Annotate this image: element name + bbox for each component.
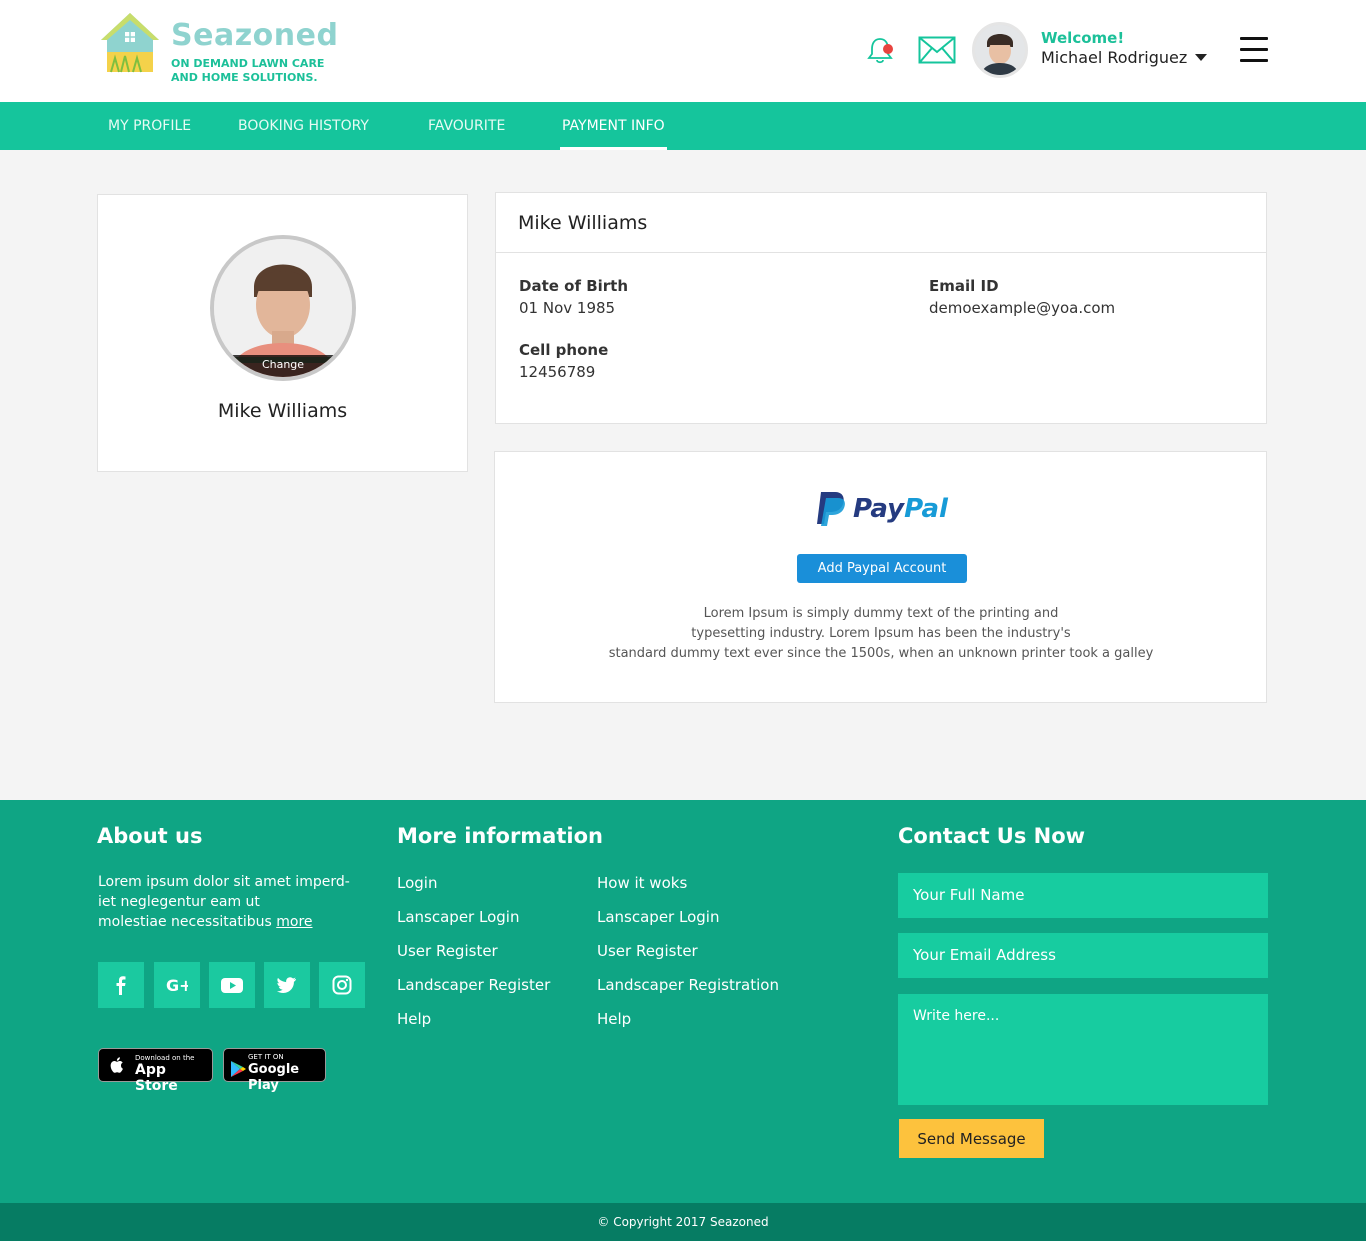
dob-label: Date of Birth (519, 277, 629, 295)
tagline-line-2: AND HOME SOLUTIONS. (171, 71, 318, 84)
payment-description: Lorem Ipsum is simply dummy text of the … (555, 604, 1207, 664)
change-photo-button[interactable]: Change (214, 355, 352, 377)
paypal-word-pay: Pay (853, 494, 905, 524)
apple-icon (110, 1057, 123, 1073)
profile-photo[interactable]: Change (210, 235, 356, 381)
profile-tabs: MY PROFILE BOOKING HISTORY FAVOURITE PAY… (0, 102, 1366, 150)
footer-link-help-2[interactable]: Help (597, 1010, 631, 1028)
email-value: demoexample@yoa.com (929, 299, 1116, 317)
footer: About us Lorem ipsum dolor sit amet impe… (0, 800, 1366, 1203)
paypal-word-pal: Pal (904, 494, 948, 524)
tab-favourite[interactable]: FAVOURITE (428, 102, 505, 150)
google-play-badge[interactable]: GET IT ON Google Play (223, 1048, 326, 1093)
user-avatar[interactable] (972, 22, 1028, 78)
paypal-logo: PayPal (815, 490, 955, 530)
bell-icon[interactable] (866, 35, 896, 65)
send-message-button[interactable]: Send Message (899, 1119, 1044, 1158)
details-header: Mike Williams (496, 193, 1266, 253)
payment-card: PayPal Add Paypal Account Lorem Ipsum is… (494, 451, 1267, 703)
details-title: Mike Williams (518, 212, 648, 234)
paypal-icon (817, 492, 845, 526)
footer-link-help[interactable]: Help (397, 1010, 431, 1028)
footer-link-login[interactable]: Login (397, 874, 437, 892)
message-textarea[interactable]: Write here... (898, 994, 1268, 1105)
mail-icon[interactable] (918, 36, 956, 64)
footer-link-how-it-works[interactable]: How it woks (597, 874, 687, 892)
payment-desc-line-2: typesetting industry. Lorem Ipsum has be… (691, 626, 1071, 641)
footer-link-landscaper-registration[interactable]: Landscaper Registration (597, 976, 779, 994)
tab-payment-info[interactable]: PAYMENT INFO (560, 102, 667, 150)
footer-link-lanscaper-login-2[interactable]: Lanscaper Login (597, 908, 719, 926)
full-name-input[interactable]: Your Full Name (898, 873, 1268, 918)
google-play-small-text: GET IT ON (248, 1053, 284, 1061)
instagram-button[interactable] (319, 962, 365, 1008)
google-plus-button[interactable]: G+ (154, 962, 200, 1008)
more-info-heading: More information (397, 824, 603, 848)
app-store-badge[interactable]: Download on the App Store (98, 1048, 213, 1094)
svg-text:G+: G+ (166, 976, 188, 995)
welcome-label: Welcome! (1041, 29, 1125, 47)
email-label: Email ID (929, 277, 999, 295)
instagram-icon (332, 975, 352, 995)
twitter-button[interactable] (264, 962, 310, 1008)
footer-link-user-register[interactable]: User Register (397, 942, 498, 960)
google-play-icon (231, 1061, 246, 1077)
phone-label: Cell phone (519, 341, 609, 359)
paypal-wordmark: PayPal (853, 494, 948, 524)
tab-my-profile[interactable]: MY PROFILE (108, 102, 191, 150)
copyright: © Copyright 2017 Seazoned (0, 1203, 1366, 1241)
about-text-line-2: iet neglegentur eam ut (98, 894, 260, 910)
avatar-illustration (975, 25, 1025, 75)
dob-value: 01 Nov 1985 (519, 299, 616, 317)
facebook-icon (116, 976, 126, 995)
menu-icon[interactable] (1240, 37, 1268, 63)
payment-desc-line-1: Lorem Ipsum is simply dummy text of the … (703, 606, 1059, 621)
details-card: Mike Williams Date of Birth 01 Nov 1985 … (495, 192, 1267, 424)
google-plus-icon: G+ (166, 976, 188, 995)
header: Seazoned ON DEMAND LAWN CARE AND HOME SO… (0, 0, 1366, 102)
tagline-line-1: ON DEMAND LAWN CARE (171, 57, 325, 70)
contact-heading: Contact Us Now (898, 824, 1086, 848)
app-store-big-text: App Store (135, 1062, 178, 1094)
about-text: Lorem ipsum dolor sit amet imperd- iet n… (98, 872, 373, 932)
user-name-dropdown[interactable]: Michael Rodriguez (1041, 48, 1187, 68)
profile-name: Mike Williams (217, 400, 348, 422)
brand-logo[interactable]: Seazoned ON DEMAND LAWN CARE AND HOME SO… (97, 10, 339, 84)
twitter-icon (277, 977, 296, 993)
youtube-button[interactable] (209, 962, 255, 1008)
tab-booking-history[interactable]: BOOKING HISTORY (238, 102, 369, 150)
phone-value: 12456789 (519, 363, 596, 381)
about-more-link[interactable]: more (276, 914, 312, 930)
payment-desc-line-3: standard dummy text ever since the 1500s… (608, 646, 1154, 661)
about-text-line-3: molestiae necessitatibus (98, 914, 277, 930)
footer-link-lanscaper-login[interactable]: Lanscaper Login (397, 908, 519, 926)
about-text-line-1: Lorem ipsum dolor sit amet imperd- (98, 874, 350, 890)
footer-link-landscaper-register[interactable]: Landscaper Register (397, 976, 550, 994)
profile-card: Change Mike Williams (97, 194, 468, 472)
youtube-icon (221, 978, 243, 993)
footer-link-user-register-2[interactable]: User Register (597, 942, 698, 960)
house-logo-icon (101, 13, 159, 73)
add-paypal-button[interactable]: Add Paypal Account (797, 554, 967, 583)
facebook-button[interactable] (98, 962, 144, 1008)
app-store-small-text: Download on the (135, 1054, 195, 1062)
google-play-big-text: Google Play (248, 1062, 300, 1093)
email-input[interactable]: Your Email Address (898, 933, 1268, 978)
chevron-down-icon[interactable] (1195, 54, 1207, 61)
about-heading: About us (97, 824, 203, 848)
brand-tagline: ON DEMAND LAWN CARE AND HOME SOLUTIONS. (171, 57, 341, 85)
brand-name: Seazoned (171, 18, 339, 53)
